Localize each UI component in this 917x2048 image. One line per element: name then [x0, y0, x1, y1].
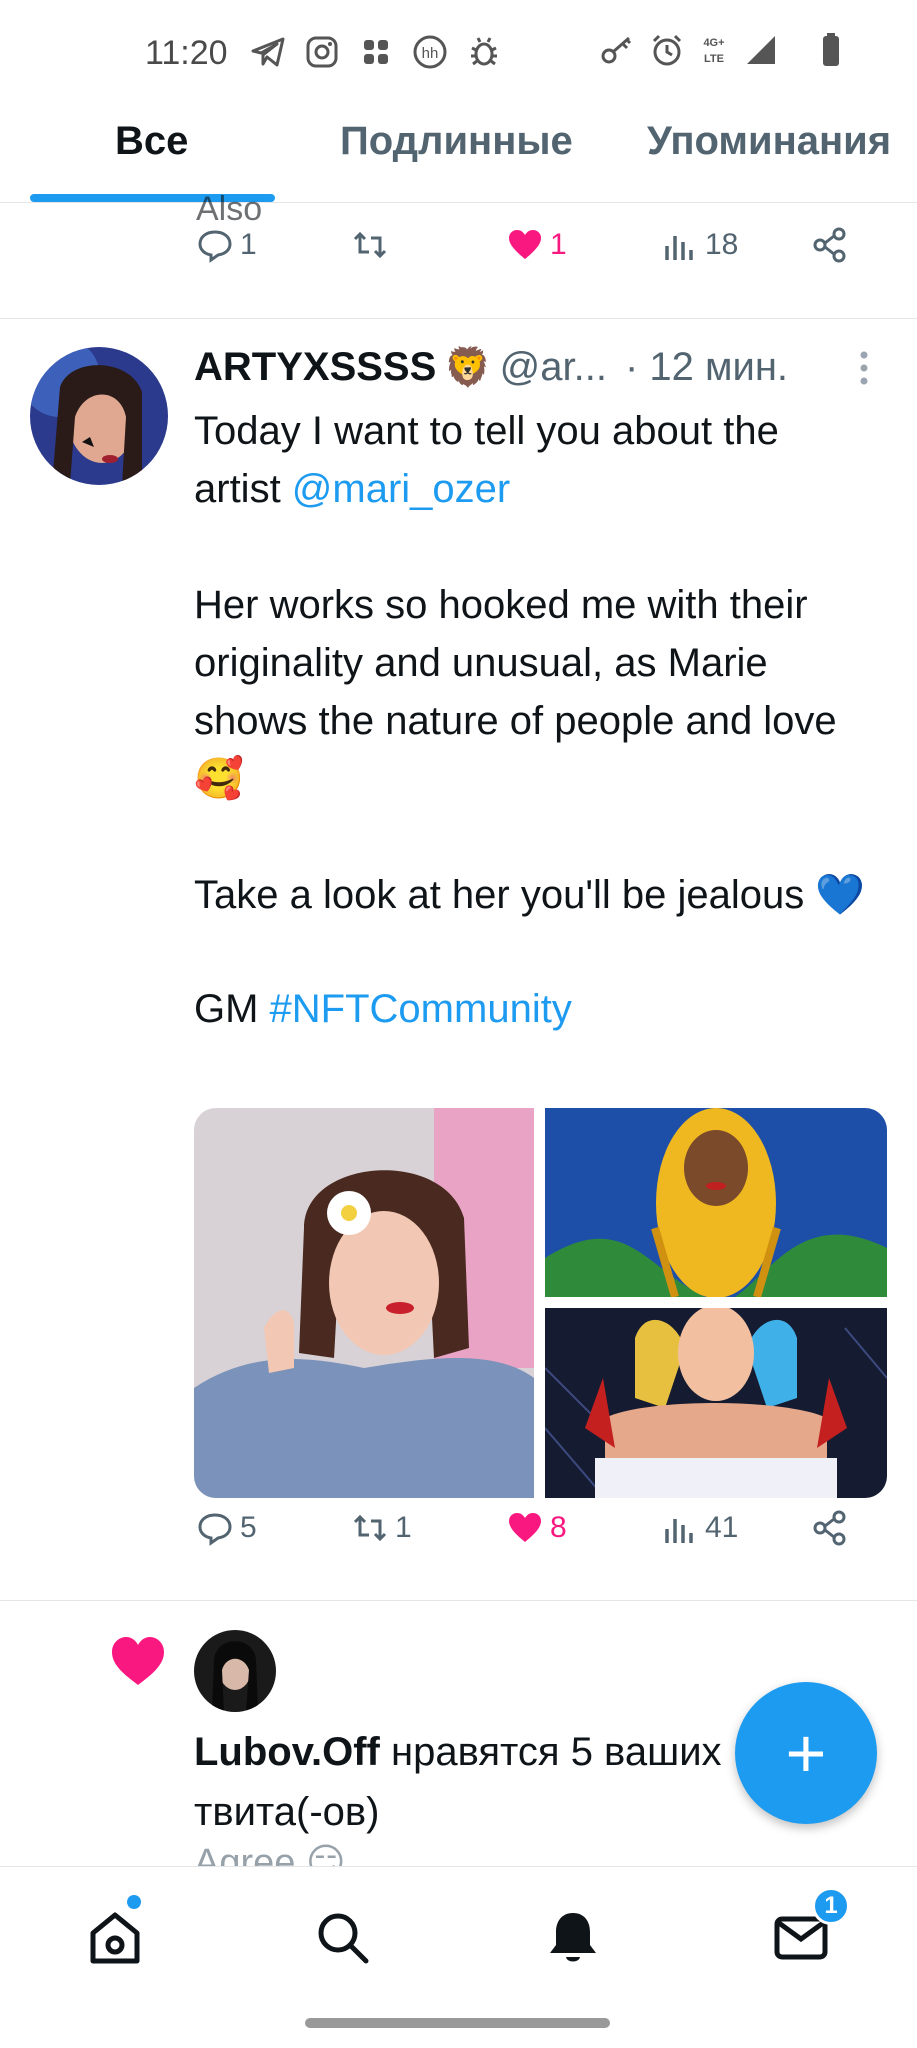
bug-icon [466, 34, 502, 70]
reply-count: 5 [240, 1511, 257, 1544]
retweet-button[interactable] [351, 226, 395, 264]
previous-tweet-text: Also [196, 190, 263, 228]
views-icon [665, 1519, 693, 1543]
tab-mentions[interactable]: Упоминания [647, 119, 891, 164]
reply-icon [198, 1513, 232, 1546]
media-photo-1[interactable] [194, 1108, 534, 1498]
retweet-button[interactable]: 1 [351, 1509, 412, 1547]
like-count: 1 [550, 228, 567, 261]
tab-verified[interactable]: Подлинные [340, 119, 573, 164]
tweet-paragraph-1: Today I want to tell you about the artis… [194, 402, 874, 518]
reply-icon [198, 230, 232, 263]
reply-count: 1 [240, 228, 257, 261]
media-photo-2[interactable] [545, 1108, 887, 1299]
media-photo-3[interactable] [544, 1305, 887, 1498]
divider [0, 318, 917, 319]
share-icon [813, 227, 846, 263]
home-icon[interactable] [85, 1907, 145, 1967]
status-time: 11:20 [145, 34, 228, 72]
tweet-header: ARTYXSSSS 🦁 @ar... · 12 мин. [194, 345, 788, 390]
bell-icon[interactable] [543, 1907, 603, 1967]
signal-icon [743, 32, 779, 68]
retweet-icon [353, 1514, 387, 1542]
tweet-time: · 12 мин. [624, 345, 789, 389]
tweet-paragraph-4: GM #NFTCommunity [194, 980, 874, 1038]
like-button[interactable]: 1 [506, 226, 567, 264]
compose-tweet-button[interactable]: + [735, 1682, 877, 1824]
like-notification-heart-icon [110, 1635, 166, 1687]
network-type: 4G+ LTE [699, 32, 729, 68]
battery-icon [813, 32, 849, 68]
status-bar: 11:20 hh 4G+ LTE [0, 0, 917, 105]
views-count: 18 [705, 228, 739, 261]
author-handle[interactable]: @ar... [500, 345, 607, 390]
views-button[interactable]: 41 [661, 1509, 738, 1547]
tweet-media-grid [194, 1108, 887, 1498]
tab-all[interactable]: Все [115, 119, 188, 164]
author-avatar[interactable] [30, 347, 168, 485]
home-gesture-bar[interactable] [305, 2018, 610, 2028]
lion-emoji-icon: 🦁 [444, 346, 492, 389]
search-icon[interactable] [312, 1907, 372, 1967]
plus-icon: + [785, 1714, 827, 1792]
reply-button[interactable]: 1 [196, 226, 257, 264]
status-app-icons: hh [250, 34, 502, 70]
like-notification-text[interactable]: Lubov.Off нравятся 5 ваших твита(-ов) [194, 1722, 754, 1842]
svg-text:hh: hh [422, 45, 439, 62]
notification-user-name[interactable]: Lubov.Off [194, 1730, 380, 1774]
mention-link[interactable]: @mari_ozer [292, 467, 510, 511]
svg-text:4G+: 4G+ [703, 37, 724, 49]
alarm-icon [649, 32, 685, 68]
views-count: 41 [705, 1511, 739, 1544]
like-count: 8 [550, 1511, 567, 1544]
tweet-paragraph-3: Take a look at her you'll be jealous 💙 [194, 873, 866, 917]
svg-text:LTE: LTE [704, 53, 724, 65]
like-button[interactable]: 8 [506, 1509, 567, 1547]
tweet-paragraph-2: Her works so hooked me with their origin… [194, 583, 837, 801]
divider [0, 1600, 917, 1601]
instagram-icon [304, 34, 340, 70]
hh-icon: hh [412, 34, 448, 70]
tweet-text: Today I want to tell you about the artis… [194, 402, 874, 1038]
key-icon [599, 32, 635, 68]
heart-icon [509, 1513, 541, 1542]
retweet-icon [353, 231, 387, 259]
grid-app-icon [358, 34, 394, 70]
views-icon [665, 236, 693, 260]
share-icon [813, 1510, 846, 1546]
notification-user-avatar[interactable] [194, 1630, 276, 1712]
reply-button[interactable]: 5 [196, 1509, 257, 1547]
more-options-icon[interactable] [856, 350, 872, 386]
status-system-icons: 4G+ LTE [599, 32, 849, 68]
home-new-indicator [127, 1895, 141, 1909]
views-button[interactable]: 18 [661, 226, 738, 264]
tweet-text-gm: GM [194, 987, 270, 1031]
share-button[interactable] [811, 1509, 849, 1547]
share-button[interactable] [811, 226, 849, 264]
messages-badge: 1 [812, 1887, 850, 1925]
heart-icon [509, 230, 541, 259]
timeline-tabs: Все Подлинные Упоминания [0, 105, 917, 203]
author-name[interactable]: ARTYXSSSS [194, 345, 436, 390]
retweet-count: 1 [395, 1511, 412, 1544]
telegram-icon [250, 34, 286, 70]
hashtag-link[interactable]: #NFTCommunity [270, 987, 572, 1031]
